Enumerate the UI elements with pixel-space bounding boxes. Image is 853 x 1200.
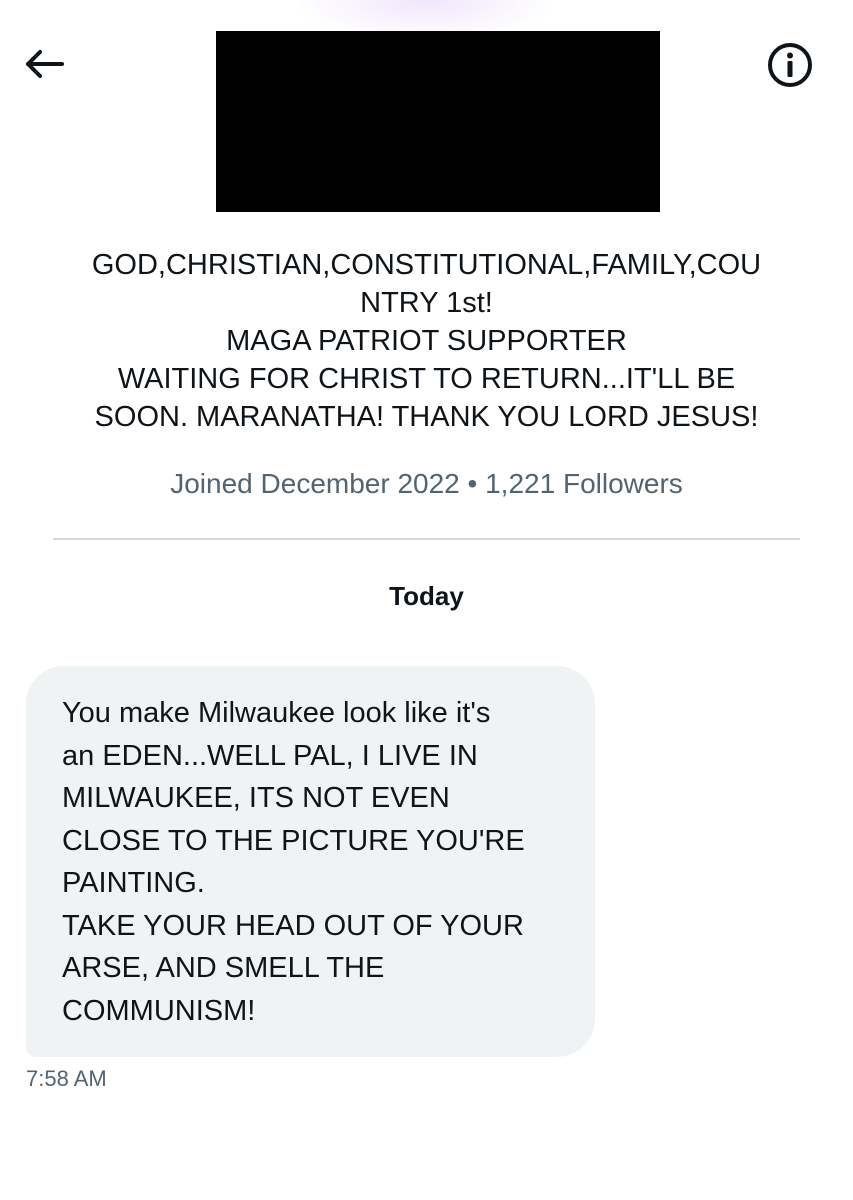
profile-meta: Joined December 2022 • 1,221 Followers [170,468,683,499]
bio-line: MAGA PATRIOT SUPPORTER [226,325,627,357]
message-line: CLOSE TO THE PICTURE YOU'RE [62,824,525,857]
profile-bio: GOD,CHRISTIAN,CONSTITUTIONAL,FAMILY,COU … [40,246,813,436]
date-separator: Today [389,581,464,611]
message-line: MILWAUKEE, ITS NOT EVEN [62,782,450,814]
arrow-left-icon [24,49,64,84]
bio-line: NTRY 1st! [360,287,493,319]
divider [53,538,800,540]
message-line: COMMUNISM! [62,994,256,1027]
bio-line: SOON. MARANATHA! THANK YOU LORD JESUS! [94,401,759,433]
message-timestamp: 7:58 AM [26,1066,107,1091]
message-line: PAINTING. [62,867,205,899]
conversation-info-button[interactable] [766,41,814,94]
message-line: You make Milwaukee look like it's [62,697,491,729]
back-button[interactable] [22,44,66,88]
message-line: an EDEN...WELL PAL, I LIVE IN [62,739,478,772]
bio-line: WAITING FOR CHRIST TO RETURN...IT'LL BE [117,363,736,395]
message-line: ARSE, AND SMELL THE [62,952,385,984]
message-line: TAKE YOUR HEAD OUT OF YOUR [62,909,524,942]
redacted-profile-header [216,31,660,212]
info-circle-icon [766,41,814,94]
received-message-bubble[interactable]: You make Milwaukee look like it's an EDE… [26,666,595,1057]
bio-line: GOD,CHRISTIAN,CONSTITUTIONAL,FAMILY,COU [91,249,762,281]
